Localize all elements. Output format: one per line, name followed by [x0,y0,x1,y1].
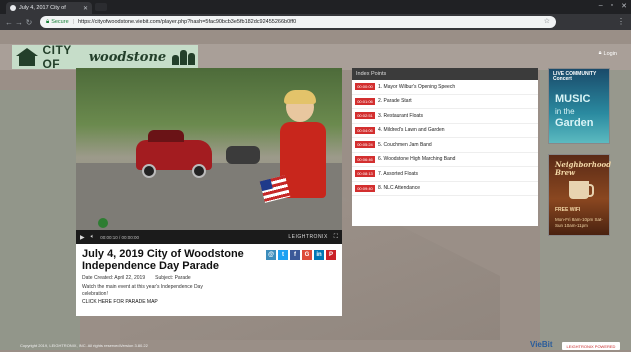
logo-text: CITY OF [42,43,72,71]
index-point-item[interactable]: 00:06:46 6. Woodstone High Marching Band [352,153,538,167]
subject: Subject: Parade [155,275,191,281]
web-page: CITY OF woodstone 🔒︎ Login ▶ 🔈︎ 00:00:10… [0,30,631,352]
new-tab-button[interactable] [95,3,107,11]
bookmark-star-icon[interactable]: ☆ [544,17,550,25]
index-point-time: 00:06:46 [355,155,375,163]
copyright-text: Copyright 2019, LEIGHTRONIX, INC. All ri… [20,343,121,348]
secure-label: Secure [51,19,69,25]
share-twitter-icon[interactable]: t [278,250,288,260]
lock-icon: 🔒︎ [46,18,50,25]
leightronix-badge[interactable]: LEIGHTRONIX POWERED [562,342,620,350]
index-point-time: 00:08:13 [355,170,375,178]
minimize-icon[interactable]: – [599,2,603,10]
back-icon[interactable]: ← [4,18,14,27]
index-point-time: 00:02:51 [355,112,375,120]
share-email-icon[interactable]: @ [266,250,276,260]
index-point-time: 00:00:00 [355,83,375,91]
close-window-icon[interactable]: ✕ [621,2,627,10]
index-point-label: 5. Couchmen Jam Band [378,141,432,148]
video-wheel [192,164,206,178]
index-point-label: 8. NLC Attendance [378,185,420,192]
concert-ad-music: MUSIC [555,93,591,105]
event-title: July 4, 2019 City of Woodstone Independe… [82,248,244,272]
index-point-label: 3. Restaurant Floats [378,112,424,119]
url-separator: | [72,19,75,25]
login-link[interactable]: 🔒︎ Login [599,50,617,57]
index-point-time: 00:01:06 [355,97,375,105]
index-point-label: 7. Assorted Floats [378,170,419,177]
index-points-panel: Index Points 00:00:00 1. Mayor Wilbur's O… [352,68,538,226]
browser-tabbar: July 4, 2017 City of ✕ – ▫ ✕ [0,0,631,14]
brew-ad-tag: FREE WIFI [555,207,581,213]
tab-close-icon[interactable]: ✕ [83,5,88,12]
timecode: 00:00:10 / 00:00:00 [100,234,140,240]
index-point-item[interactable]: 00:01:06 2. Parade Start [352,95,538,109]
index-point-item[interactable]: 00:04:06 4. Mildred's Lawn and Garden [352,124,538,138]
index-point-label: 1. Mayor Wilbur's Opening Speech [378,83,456,90]
background-building-left [0,90,80,350]
index-point-item[interactable]: 00:02:51 3. Restaurant Floats [352,109,538,124]
index-point-item[interactable]: 00:05:24 5. Couchmen Jam Band [352,138,538,153]
fullscreen-icon[interactable]: ⛶ [334,234,338,241]
coffee-mug-icon [569,181,594,199]
index-point-time: 00:05:24 [355,141,375,149]
browser-menu-icon[interactable]: ⋮ [617,17,625,26]
brew-ad-hours: Mon-Fri 8am-10pm Sat-Sun 10am-11pm [555,217,603,228]
share-pinterest-icon[interactable]: P [326,250,336,260]
volume-icon[interactable]: 🔈︎ [91,234,95,241]
address-bar[interactable]: 🔒︎ Secure | https://cityofwoodstone.vieb… [40,16,556,28]
favicon-icon [10,5,16,11]
brew-ad[interactable]: Neighborhood Brew FREE WIFI Mon-Fri 8am-… [548,154,612,236]
video-frame[interactable] [76,68,342,230]
share-buttons: @ t f G in P [266,250,336,260]
brew-ad-title: Neighborhood Brew [555,160,612,177]
index-points-header: Index Points [352,68,538,80]
url-text: https://cityofwoodstone.viebit.com/playe… [78,19,297,25]
page-footer: Copyright 2019, LEIGHTRONIX, INC. All ri… [0,340,631,352]
restore-icon[interactable]: ▫ [611,2,613,10]
video-wheel [142,164,156,178]
window-controls: – ▫ ✕ [599,2,627,10]
share-linkedin-icon[interactable]: in [314,250,324,260]
version-text: Version 3.80.22 [120,343,148,348]
video-boy [272,90,334,230]
login-label: Login [603,50,617,57]
parade-map-link[interactable]: CLICK HERE FOR PARADE MAP [82,299,336,305]
event-info-panel: July 4, 2019 City of Woodstone Independe… [76,244,342,316]
event-description: Watch the main event at this year's Inde… [82,284,203,297]
lock-icon: 🔒︎ [598,50,602,56]
concert-ad-line1: LIVE COMMUNITY Concert [553,71,597,82]
date-created: Date Created: April 22, 2019 [82,275,146,281]
event-meta: Date Created: April 22, 2019 Subject: Pa… [82,275,336,281]
video-banner [98,218,108,228]
logo-script: woodstone [88,49,167,65]
index-point-label: 2. Parade Start [378,98,412,105]
index-point-item[interactable]: 00:09:40 8. NLC Attendance [352,182,538,196]
video-player[interactable]: ▶ 🔈︎ 00:00:10 / 00:00:00 LEIGHTRONIX ⛶ [76,68,342,244]
site-logo[interactable]: CITY OF woodstone [12,43,198,71]
index-point-item[interactable]: 00:00:00 1. Mayor Wilbur's Opening Speech [352,80,538,95]
house-icon [16,48,36,66]
reload-icon[interactable]: ↻ [24,18,34,27]
player-brand: LEIGHTRONIX [288,234,328,240]
people-icon [172,49,196,65]
share-facebook-icon[interactable]: f [290,250,300,260]
index-point-item[interactable]: 00:08:13 7. Assorted Floats [352,167,538,182]
browser-tab[interactable]: July 4, 2017 City of ✕ [6,2,92,14]
index-point-label: 6. Woodstone High Marching Band [378,156,456,163]
concert-ad-garden: Garden [555,117,594,129]
index-point-time: 00:09:40 [355,184,375,192]
share-google-icon[interactable]: G [302,250,312,260]
tab-title: July 4, 2017 City of [19,5,66,11]
index-point-label: 4. Mildred's Lawn and Garden [378,127,445,134]
forward-icon[interactable]: → [14,18,24,27]
play-icon[interactable]: ▶ [80,234,85,241]
concert-ad[interactable]: LIVE COMMUNITY Concert MUSIC in the Garde… [548,68,610,144]
video-car-dark [226,146,260,164]
viebit-logo[interactable]: VieBit [530,340,553,349]
browser-toolbar: ← → ↻ 🔒︎ Secure | https://cityofwoodston… [0,14,631,30]
player-controls: ▶ 🔈︎ 00:00:10 / 00:00:00 LEIGHTRONIX ⛶ [76,230,342,244]
index-point-time: 00:04:06 [355,126,375,134]
concert-ad-in-the: in the [555,107,575,116]
